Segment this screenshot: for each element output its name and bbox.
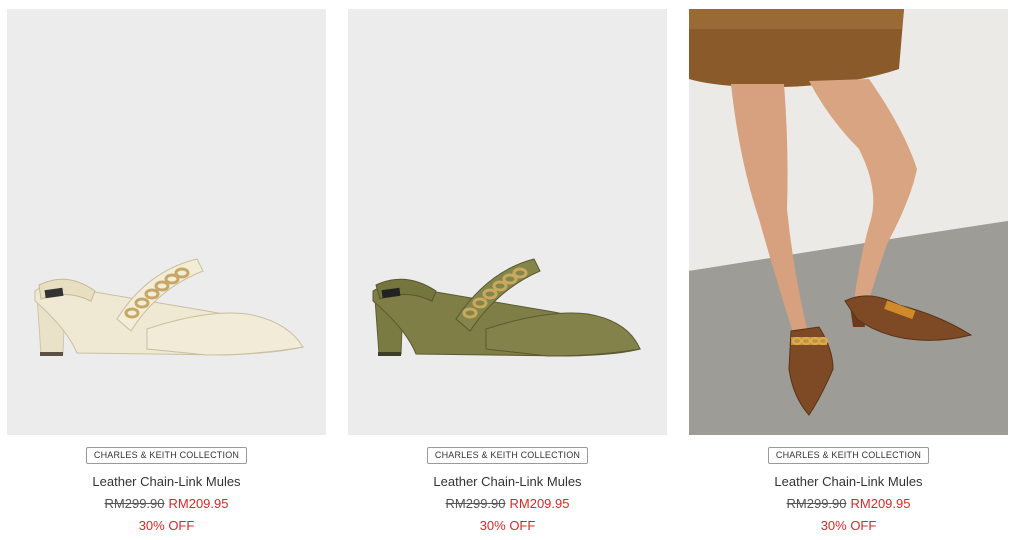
product-name[interactable]: Leather Chain-Link Mules bbox=[7, 474, 326, 489]
discount-label: 30% OFF bbox=[479, 518, 536, 533]
collection-badge: CHARLES & KEITH COLLECTION bbox=[767, 447, 930, 464]
product-card[interactable]: CHARLES & KEITH COLLECTION Leather Chain… bbox=[348, 9, 667, 533]
product-card[interactable]: CHARLES & KEITH COLLECTION Leather Chain… bbox=[7, 9, 326, 533]
product-card[interactable]: CHARLES & KEITH COLLECTION Leather Chain… bbox=[689, 9, 1008, 533]
product-grid: CHARLES & KEITH COLLECTION Leather Chain… bbox=[0, 0, 1016, 540]
collection-badge: CHARLES & KEITH COLLECTION bbox=[85, 447, 248, 464]
product-image[interactable] bbox=[689, 9, 1008, 435]
sale-price: RM209.95 bbox=[509, 496, 570, 511]
product-image[interactable] bbox=[348, 9, 667, 435]
original-price: RM299.90 bbox=[445, 496, 506, 511]
price-row: RM299.90 RM209.95 bbox=[7, 496, 326, 511]
sale-price: RM209.95 bbox=[168, 496, 229, 511]
price-row: RM299.90 RM209.95 bbox=[689, 496, 1008, 511]
product-image[interactable] bbox=[7, 9, 326, 435]
price-row: RM299.90 RM209.95 bbox=[348, 496, 667, 511]
sale-price: RM209.95 bbox=[850, 496, 911, 511]
product-name[interactable]: Leather Chain-Link Mules bbox=[348, 474, 667, 489]
original-price: RM299.90 bbox=[104, 496, 165, 511]
collection-badge: CHARLES & KEITH COLLECTION bbox=[426, 447, 589, 464]
discount-label: 30% OFF bbox=[138, 518, 195, 533]
discount-label: 30% OFF bbox=[820, 518, 877, 533]
product-name[interactable]: Leather Chain-Link Mules bbox=[689, 474, 1008, 489]
original-price: RM299.90 bbox=[786, 496, 847, 511]
